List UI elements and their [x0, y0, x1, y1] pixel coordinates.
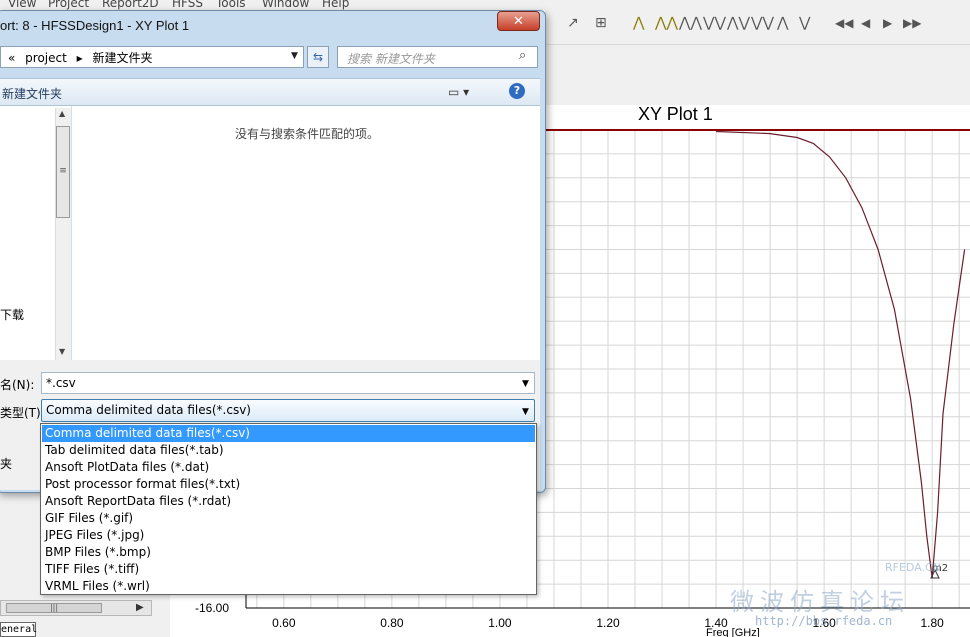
view-options-icon[interactable]: ▭ ▾: [448, 85, 469, 99]
hide-folders-button[interactable]: 夹: [0, 455, 12, 472]
series-line: [716, 130, 966, 579]
x-axis-label: Freq [GHz]: [706, 627, 760, 637]
scroll-thumb[interactable]: ≡: [56, 126, 70, 218]
x-tick-label: 1.20: [596, 616, 620, 630]
x-tick-label: 0.80: [380, 616, 404, 630]
search-placeholder: 搜索 新建文件夹: [347, 52, 435, 66]
scroll-down-icon[interactable]: ▼: [59, 347, 65, 356]
filename-value[interactable]: *.csv: [46, 376, 76, 390]
filetype-label: 类型(T):: [0, 406, 45, 420]
current-folder-label: 新建文件夹: [2, 87, 63, 101]
filetype-option[interactable]: GIF Files (*.gif): [42, 510, 535, 527]
breadcrumb-overflow[interactable]: «: [8, 51, 15, 65]
filename-label: 名(N):: [0, 378, 35, 392]
search-icon[interactable]: ⌕: [519, 48, 526, 63]
breadcrumb[interactable]: « project ▸ 新建文件夹: [8, 49, 153, 66]
refresh-button[interactable]: ⇆: [307, 46, 329, 68]
filetype-option[interactable]: VRML Files (*.wrl): [42, 578, 535, 595]
filetype-option[interactable]: JPEG Files (*.jpg): [42, 527, 535, 544]
breadcrumb-folder[interactable]: 新建文件夹: [93, 51, 153, 65]
close-button[interactable]: ✕: [497, 11, 540, 31]
filetype-dropdown-list[interactable]: Comma delimited data files(*.csv) Tab de…: [40, 423, 537, 595]
filetype-option[interactable]: TIFF Files (*.tiff): [42, 561, 535, 578]
filetype-option[interactable]: Comma delimited data files(*.csv): [42, 425, 535, 442]
watermark-brand: RFEDA.CN: [885, 561, 941, 574]
plot-title: XY Plot 1: [638, 104, 713, 124]
breadcrumb-separator-icon[interactable]: ▸: [77, 51, 83, 65]
filename-dropdown-icon[interactable]: ▼: [522, 379, 529, 389]
filetype-option[interactable]: Post processor format files(*.txt): [42, 476, 535, 493]
empty-message: 没有与搜索条件匹配的项。: [235, 127, 380, 141]
breadcrumb-project[interactable]: project: [25, 51, 67, 65]
filetype-option[interactable]: Ansoft ReportData files (*.rdat): [42, 493, 535, 510]
nav-item-downloads[interactable]: 下载: [0, 306, 24, 323]
file-list[interactable]: [72, 106, 540, 360]
watermark-cn: 微波仿真论坛: [730, 588, 910, 616]
filetype-dropdown-icon[interactable]: ▼: [522, 407, 529, 417]
filetype-option[interactable]: Ansoft PlotData files (*.dat): [42, 459, 535, 476]
address-dropdown-icon[interactable]: ▼: [291, 51, 298, 61]
filename-field[interactable]: [41, 372, 535, 394]
scroll-up-icon[interactable]: ▲: [59, 109, 65, 118]
x-tick-label: 1.00: [488, 616, 512, 630]
filetype-value[interactable]: Comma delimited data files(*.csv): [46, 403, 251, 417]
watermark-url: http://bbs.rfeda.cn: [755, 614, 893, 628]
x-tick-label: 0.60: [272, 616, 296, 630]
filetype-option[interactable]: BMP Files (*.bmp): [42, 544, 535, 561]
help-icon[interactable]: ?: [509, 83, 525, 99]
y-tick-label: -16.00: [195, 601, 229, 615]
x-tick-label: 1.80: [920, 616, 944, 630]
dialog-title: ort: 8 - HFSSDesign1 - XY Plot 1: [0, 18, 190, 33]
filetype-option[interactable]: Tab delimited data files(*.tab): [42, 442, 535, 459]
